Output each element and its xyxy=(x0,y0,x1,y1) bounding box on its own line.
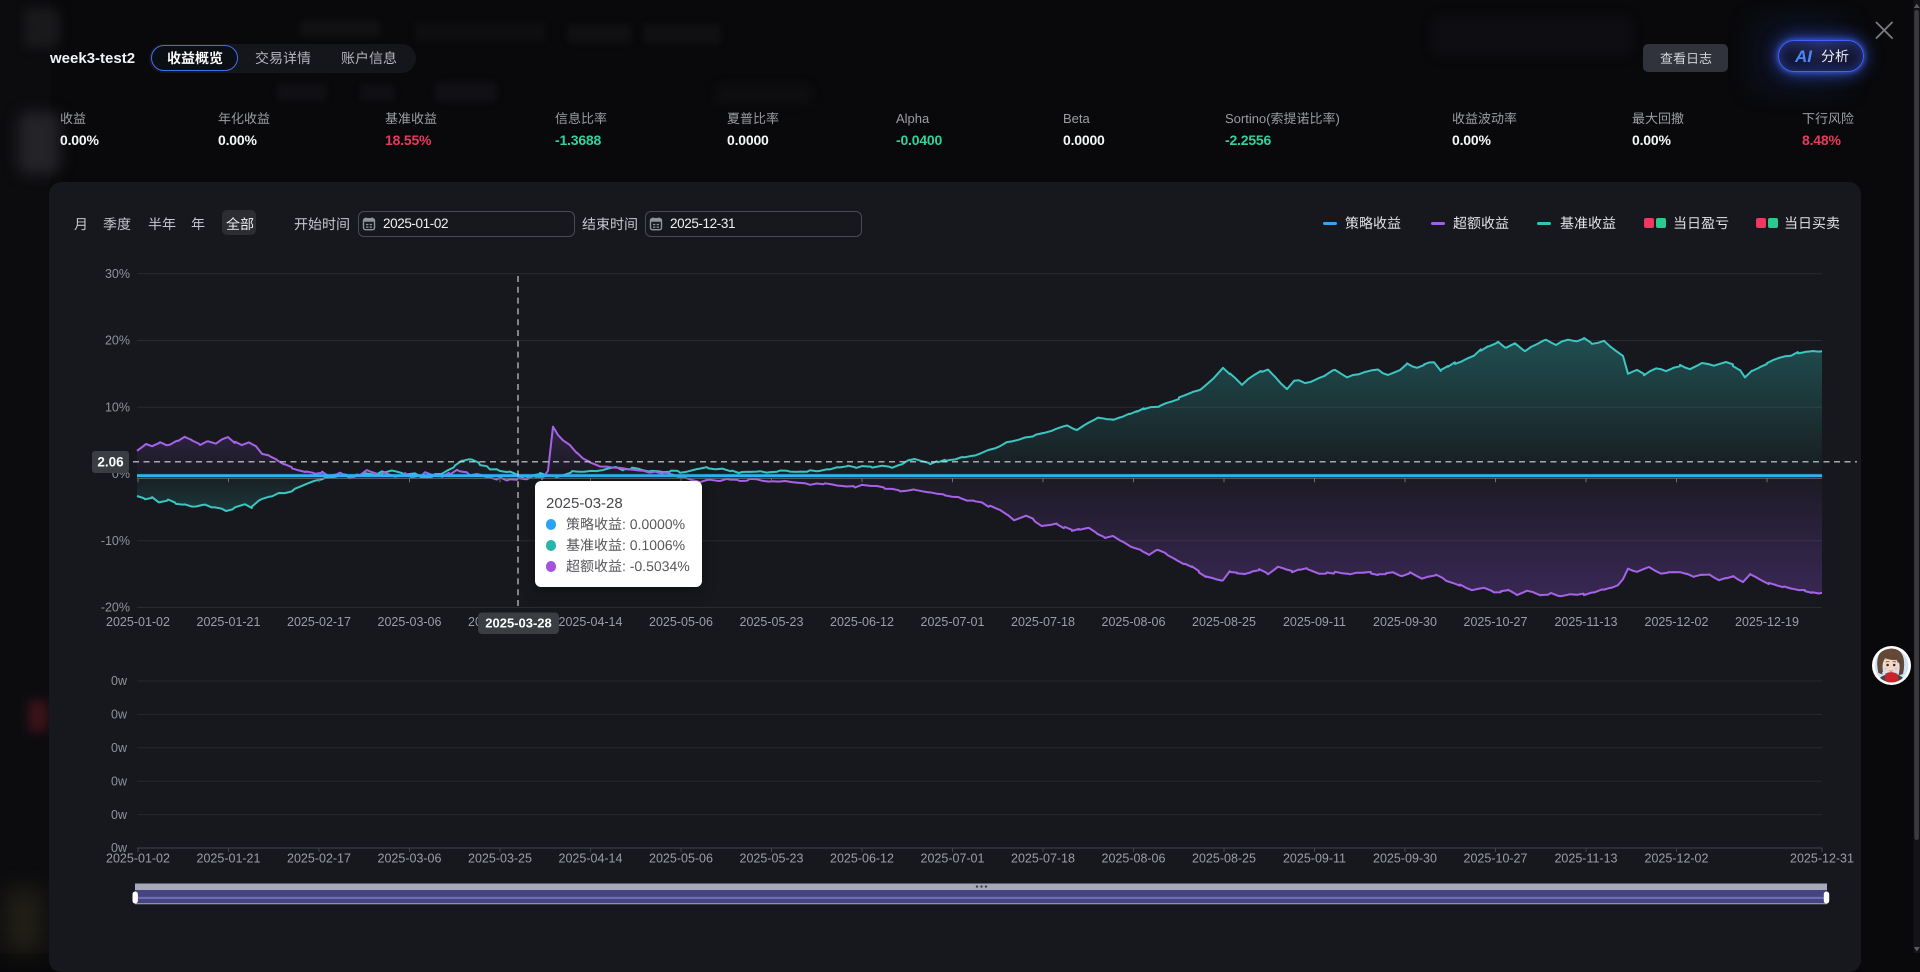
svg-text:2025-04-14: 2025-04-14 xyxy=(559,852,623,866)
svg-text:2025-11-13: 2025-11-13 xyxy=(1554,852,1617,866)
svg-text:2025-03-06: 2025-03-06 xyxy=(378,615,442,629)
svg-text:2025-10-27: 2025-10-27 xyxy=(1464,615,1528,629)
svg-text:2025-02-17: 2025-02-17 xyxy=(287,615,351,629)
svg-text:2025-12-19: 2025-12-19 xyxy=(1735,615,1799,629)
svg-text:2025-01-21: 2025-01-21 xyxy=(197,615,261,629)
svg-text:2025-11-13: 2025-11-13 xyxy=(1554,615,1617,629)
svg-text:2025-10-27: 2025-10-27 xyxy=(1464,852,1528,866)
svg-text:2025-03-06: 2025-03-06 xyxy=(378,852,442,866)
svg-text:-10%: -10% xyxy=(101,534,130,548)
svg-text:2025-06-12: 2025-06-12 xyxy=(830,615,894,629)
svg-text:2025-07-18: 2025-07-18 xyxy=(1011,615,1075,629)
svg-text:0w: 0w xyxy=(111,708,128,722)
svg-text:20%: 20% xyxy=(105,334,130,348)
svg-text:2025-04-14: 2025-04-14 xyxy=(559,615,623,629)
svg-text:2025-12-02: 2025-12-02 xyxy=(1645,852,1709,866)
svg-text:2025-12-31: 2025-12-31 xyxy=(1790,852,1854,866)
svg-text:0w: 0w xyxy=(111,808,128,822)
svg-text:2025-09-30: 2025-09-30 xyxy=(1373,852,1437,866)
svg-text:2025-07-01: 2025-07-01 xyxy=(921,852,985,866)
svg-text:0w: 0w xyxy=(111,674,128,688)
svg-text:2025-09-11: 2025-09-11 xyxy=(1283,615,1346,629)
svg-text:2025-03-28: 2025-03-28 xyxy=(485,616,552,631)
svg-text:30%: 30% xyxy=(105,267,130,281)
svg-text:2025-07-18: 2025-07-18 xyxy=(1011,852,1075,866)
svg-text:2025-08-06: 2025-08-06 xyxy=(1102,615,1166,629)
svg-text:2025-09-11: 2025-09-11 xyxy=(1283,852,1346,866)
svg-text:2025-06-12: 2025-06-12 xyxy=(830,852,894,866)
svg-text:2025-12-02: 2025-12-02 xyxy=(1645,615,1709,629)
svg-text:2025-09-30: 2025-09-30 xyxy=(1373,615,1437,629)
svg-text:-20%: -20% xyxy=(101,601,130,615)
svg-text:2025-05-23: 2025-05-23 xyxy=(740,852,804,866)
svg-text:2025-01-02: 2025-01-02 xyxy=(106,852,170,866)
svg-text:2025-08-25: 2025-08-25 xyxy=(1192,615,1256,629)
svg-text:2025-01-02: 2025-01-02 xyxy=(106,615,170,629)
svg-text:2025-05-06: 2025-05-06 xyxy=(649,615,713,629)
svg-text:2.06: 2.06 xyxy=(97,455,124,470)
svg-text:0w: 0w xyxy=(111,741,128,755)
svg-text:2025-05-06: 2025-05-06 xyxy=(649,852,713,866)
svg-text:2025-07-01: 2025-07-01 xyxy=(921,615,985,629)
svg-text:2025-01-21: 2025-01-21 xyxy=(197,852,261,866)
svg-text:10%: 10% xyxy=(105,400,130,414)
svg-text:2025-05-23: 2025-05-23 xyxy=(740,615,804,629)
svg-text:2025-08-06: 2025-08-06 xyxy=(1102,852,1166,866)
svg-text:2025-08-25: 2025-08-25 xyxy=(1192,852,1256,866)
svg-text:2025-03-25: 2025-03-25 xyxy=(468,852,532,866)
svg-text:0w: 0w xyxy=(111,774,128,788)
svg-text:2025-02-17: 2025-02-17 xyxy=(287,852,351,866)
